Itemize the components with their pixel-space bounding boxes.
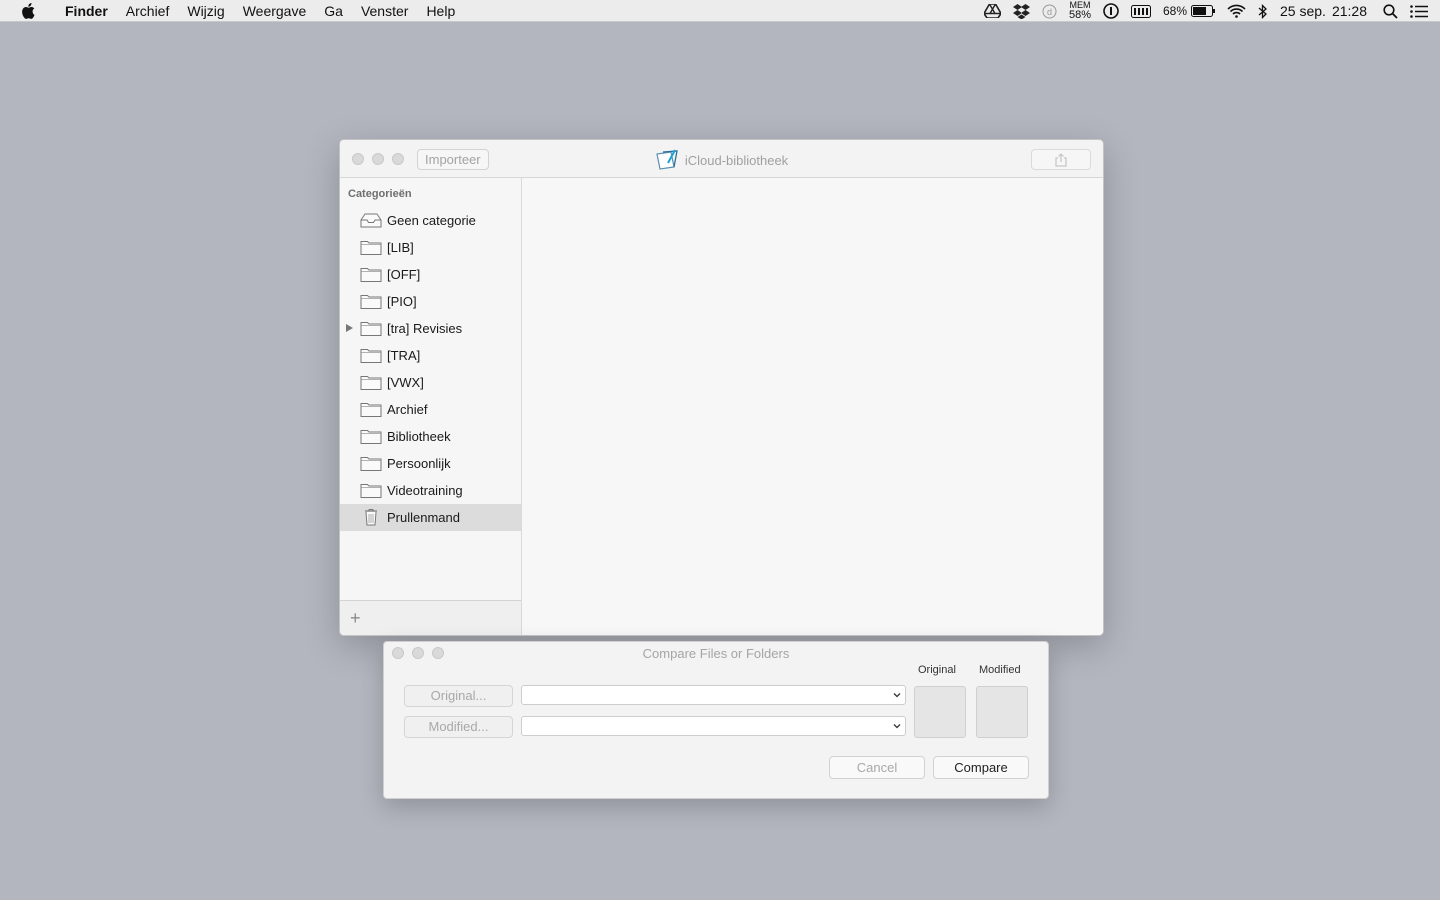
category-item[interactable]: Geen categorie <box>340 207 521 234</box>
sidebar-heading: Categorieën <box>348 188 412 200</box>
category-label: [LIB] <box>387 240 414 255</box>
category-item[interactable]: Bibliotheek <box>340 423 521 450</box>
trash-icon <box>360 508 382 526</box>
category-label: [PIO] <box>387 294 417 309</box>
battery-icon <box>1191 5 1216 17</box>
category-item[interactable]: [VWX] <box>340 369 521 396</box>
original-choose-button[interactable]: Original... <box>404 685 513 707</box>
sidebar-footer: + <box>340 600 521 635</box>
folder-icon <box>360 427 382 445</box>
category-label: Prullenmand <box>387 510 460 525</box>
original-preview[interactable] <box>914 686 966 738</box>
category-item[interactable]: Archief <box>340 396 521 423</box>
category-item[interactable]: [OFF] <box>340 261 521 288</box>
modified-path-combo[interactable] <box>521 716 906 736</box>
menu-finder[interactable]: Finder <box>56 0 117 22</box>
battery-status[interactable]: 68% <box>1157 4 1221 18</box>
category-item[interactable]: [PIO] <box>340 288 521 315</box>
compare-window: Compare Files or Folders Original Modifi… <box>383 641 1049 799</box>
folder-icon <box>360 238 382 256</box>
menu-bar: Finder Archief Wijzig Weergave Ga Venste… <box>0 0 1440 22</box>
cancel-button[interactable]: Cancel <box>829 756 925 779</box>
wifi-icon[interactable] <box>1221 4 1252 18</box>
spotlight-search-icon[interactable] <box>1377 3 1404 19</box>
category-label: Videotraining <box>387 483 463 498</box>
battery-percent: 68% <box>1162 4 1188 18</box>
chevron-down-icon[interactable] <box>893 722 901 730</box>
category-label: Geen categorie <box>387 213 476 228</box>
dictionary-icon[interactable]: d <box>1036 4 1063 19</box>
share-icon <box>1055 152 1067 167</box>
category-item[interactable]: Prullenmand <box>340 504 521 531</box>
category-item[interactable]: [tra] Revisies <box>340 315 521 342</box>
window-titlebar[interactable]: Importeer iCloud-bibliotheek <box>340 140 1103 178</box>
category-item[interactable]: [TRA] <box>340 342 521 369</box>
original-path-combo[interactable] <box>521 685 906 705</box>
folder-icon <box>360 265 382 283</box>
menu-wijzig[interactable]: Wijzig <box>178 0 233 22</box>
folder-icon <box>360 373 382 391</box>
google-drive-icon[interactable] <box>978 4 1007 18</box>
apple-logo-icon[interactable] <box>0 2 56 19</box>
onepassword-icon[interactable] <box>1097 3 1125 19</box>
menu-venster[interactable]: Venster <box>352 0 417 22</box>
svg-text:d: d <box>1047 7 1052 17</box>
content-pane[interactable] <box>522 178 1103 635</box>
istat-icon[interactable] <box>1125 4 1157 18</box>
folder-icon <box>360 454 382 472</box>
modified-column-label: Modified <box>979 664 1021 676</box>
category-label: [OFF] <box>387 267 421 282</box>
category-list: Geen categorie [LIB] [OFF] [PIO] [tra] Revis… <box>340 207 521 531</box>
original-column-label: Original <box>918 664 956 676</box>
chevron-down-icon[interactable] <box>893 691 901 699</box>
menu-help[interactable]: Help <box>417 0 464 22</box>
category-label: [TRA] <box>387 348 421 363</box>
clock-time[interactable]: 21:28 <box>1328 3 1377 19</box>
modified-preview[interactable] <box>976 686 1028 738</box>
menu-archief[interactable]: Archief <box>117 0 179 22</box>
category-label: Persoonlijk <box>387 456 451 471</box>
category-item[interactable]: Videotraining <box>340 477 521 504</box>
category-item[interactable]: Persoonlijk <box>340 450 521 477</box>
notebook-app-icon <box>656 149 678 170</box>
menu-ga[interactable]: Ga <box>315 0 352 22</box>
bluetooth-icon[interactable] <box>1252 3 1274 19</box>
add-category-button[interactable]: + <box>350 609 361 627</box>
inbox-icon <box>360 211 382 229</box>
clock-date[interactable]: 25 sep. <box>1274 3 1328 19</box>
category-label: [VWX] <box>387 375 424 390</box>
window-title: iCloud-bibliotheek <box>684 152 789 168</box>
folder-icon <box>360 292 382 310</box>
main-window: Importeer iCloud-bibliotheek Categorieën… <box>339 139 1104 636</box>
dropbox-icon[interactable] <box>1007 3 1036 19</box>
category-label: Bibliotheek <box>387 429 451 444</box>
memory-monitor[interactable]: MEM 58% <box>1063 1 1097 21</box>
notification-center-icon[interactable] <box>1404 4 1440 18</box>
folder-icon <box>360 319 382 337</box>
share-button[interactable] <box>1031 149 1091 170</box>
compare-title: Compare Files or Folders <box>642 646 790 661</box>
compare-button[interactable]: Compare <box>933 756 1029 779</box>
menu-weergave[interactable]: Weergave <box>234 0 316 22</box>
folder-icon <box>360 346 382 364</box>
sidebar: Categorieën Geen categorie [LIB] [OFF] [PIO… <box>340 178 522 635</box>
folder-icon <box>360 400 382 418</box>
disclosure-triangle-icon[interactable] <box>346 324 353 332</box>
category-label: [tra] Revisies <box>387 321 463 336</box>
category-item[interactable]: [LIB] <box>340 234 521 261</box>
modified-choose-button[interactable]: Modified... <box>404 716 513 738</box>
category-label: Archief <box>387 402 428 417</box>
mem-value: 58% <box>1068 9 1091 21</box>
folder-icon <box>360 481 382 499</box>
